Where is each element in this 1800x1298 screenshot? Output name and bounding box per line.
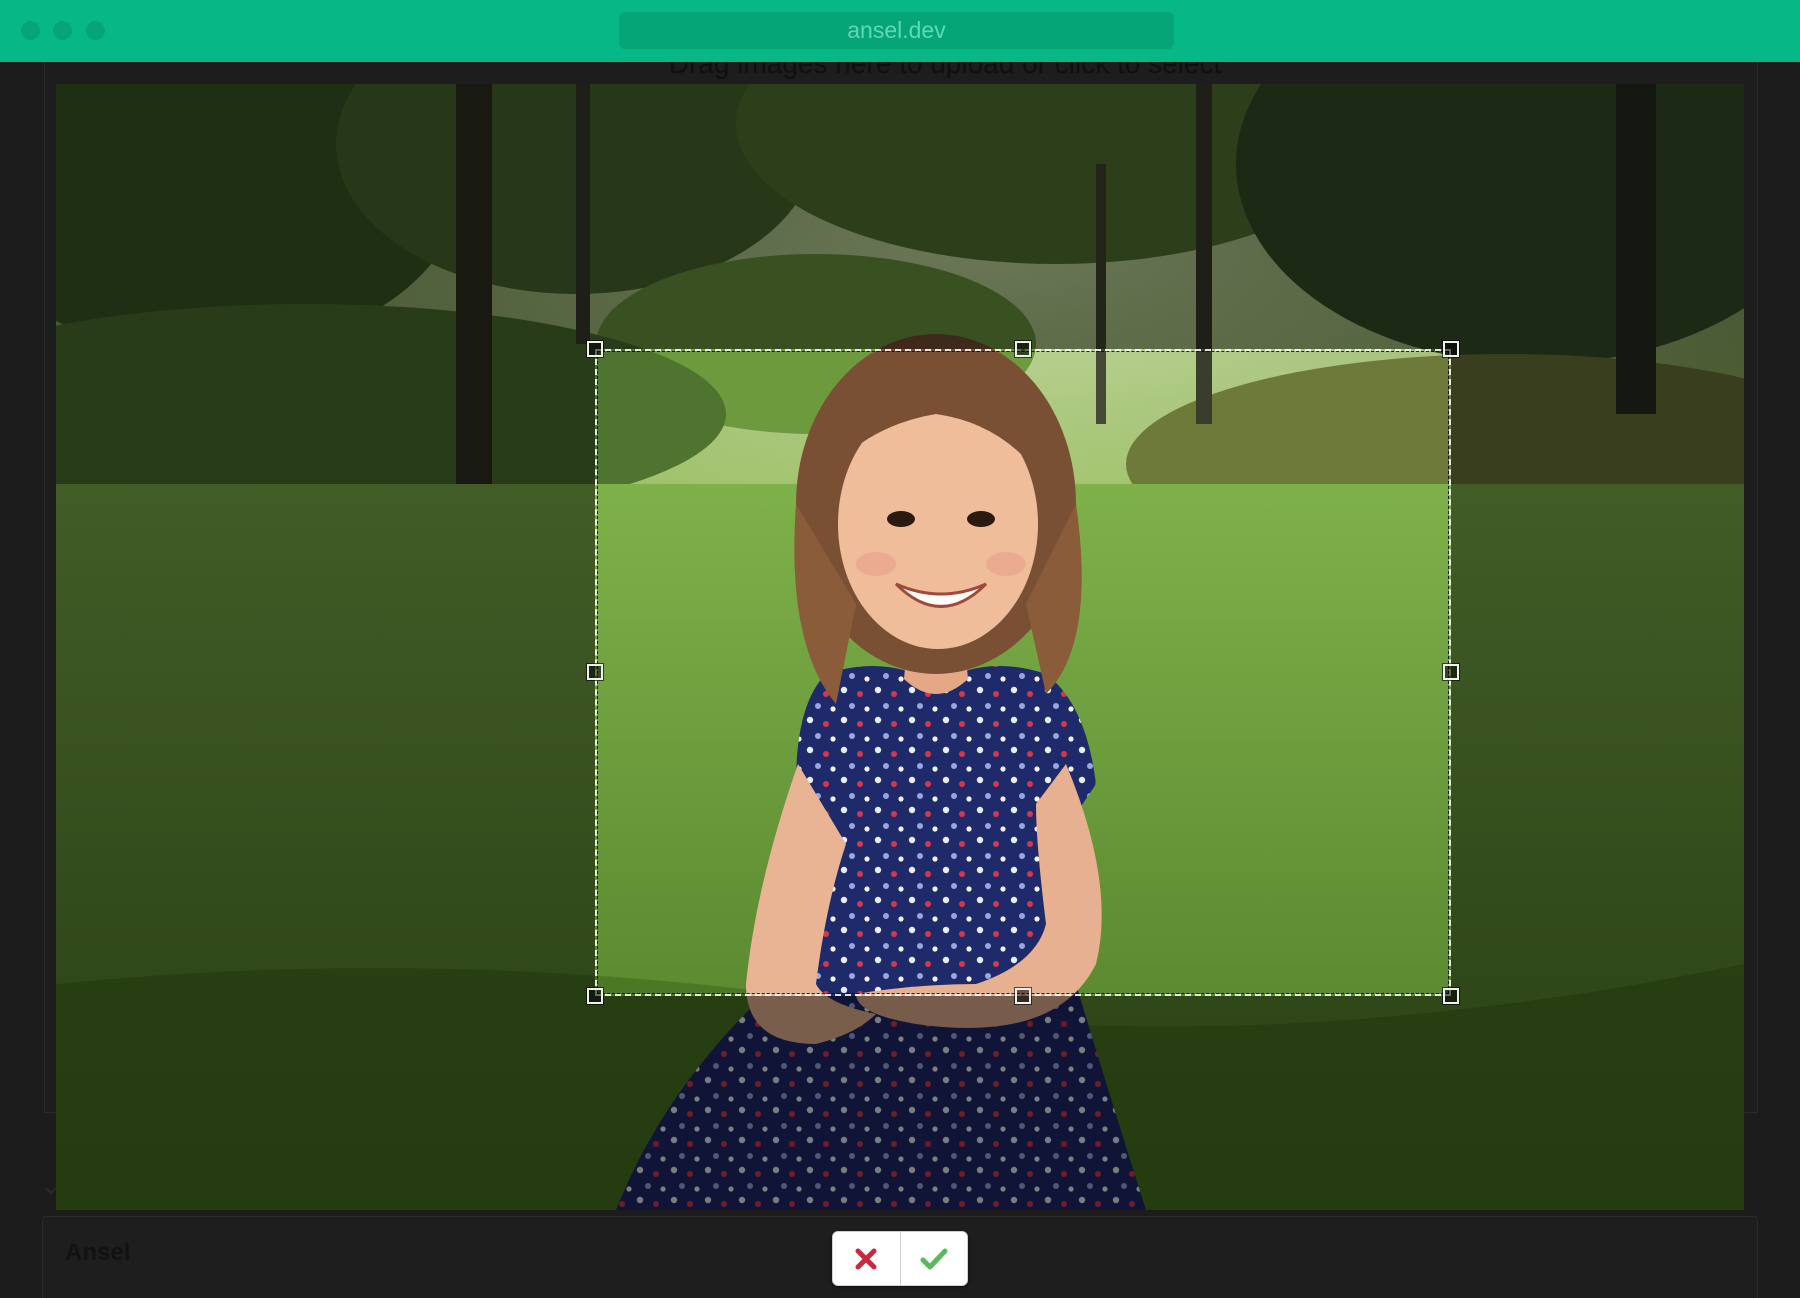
x-icon [855,1248,877,1269]
cancel-crop-button[interactable] [833,1232,900,1285]
crop-outline [597,351,1449,994]
window-minimize-dot[interactable] [53,21,72,40]
crop-handle-e[interactable] [1442,663,1460,681]
crop-handle-ne[interactable] [1442,340,1460,358]
crop-handle-n[interactable] [1014,340,1032,358]
title-bar: ansel.dev [0,0,1800,62]
crop-handle-s[interactable] [1014,987,1032,1005]
card-title: Ansel [65,1239,131,1266]
window-zoom-dot[interactable] [86,21,105,40]
check-icon [920,1248,948,1269]
crop-actions [832,1231,968,1286]
crop-photo[interactable] [56,84,1744,1210]
crop-handle-se[interactable] [1442,987,1460,1005]
confirm-crop-button[interactable] [899,1232,967,1285]
window-close-dot[interactable] [21,21,40,40]
crop-handle-sw[interactable] [586,987,604,1005]
crop-handle-nw[interactable] [586,340,604,358]
app-window: Drag images here to upload or click to s… [0,0,1800,1298]
crop-selection[interactable] [586,340,1460,1005]
crop-handle-w[interactable] [586,663,604,681]
url-bar[interactable]: ansel.dev [619,12,1174,49]
